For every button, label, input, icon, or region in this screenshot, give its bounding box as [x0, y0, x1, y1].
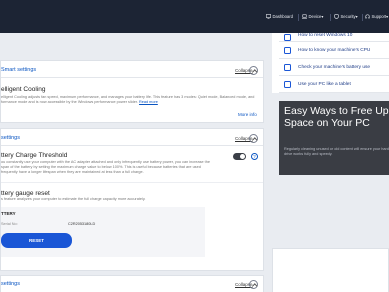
link-label: How to reset Windows 10 [298, 33, 353, 38]
description-line: frequently have a longer lifespan when t… [1, 170, 144, 175]
article-icon [284, 33, 291, 41]
nav-security-label: Security [340, 14, 356, 19]
nav-divider [330, 14, 331, 21]
nav-support[interactable]: Support▾ [365, 14, 388, 19]
battery-info-panel: TTERY Serial No: C2R2053180LD RESET [1, 207, 205, 257]
link-row[interactable]: Use your PC like a tablet [279, 76, 389, 93]
charge-threshold-title: ttery Charge Threshold [1, 152, 68, 159]
link-row[interactable]: How to know your machine's CPU [279, 42, 389, 59]
gauge-reset-title: ttery gauge reset [1, 190, 50, 197]
gauge-reset-description: s feature analyzes your computer to esti… [1, 197, 146, 201]
article-icon [284, 80, 291, 88]
intelligent-cooling-title: elligent Cooling [1, 86, 46, 93]
nav-security[interactable]: Security▾ [334, 14, 358, 20]
top-nav-bar: Dashboard Device▾ Security▾ Support▾ [0, 0, 389, 33]
reset-button[interactable]: RESET [1, 233, 72, 248]
read-more-link[interactable]: Read more [139, 100, 158, 104]
headset-icon [365, 14, 370, 19]
laptop-icon [302, 14, 307, 19]
link-row[interactable]: How to reset Windows 10 [279, 33, 389, 42]
battery-label: TTERY [1, 211, 16, 216]
charge-threshold-description: ou constantly use your computer with the… [1, 160, 226, 176]
nav-dashboard[interactable]: Dashboard [265, 14, 294, 20]
nav-device-label: Device [308, 14, 322, 19]
chevron-up-icon[interactable] [249, 134, 258, 143]
serial-label: Serial No: [1, 222, 18, 226]
battery-settings-title: settings [1, 135, 20, 141]
promo-title: Easy Ways to Free Up Space on Your PC [284, 105, 389, 129]
nav-divider [362, 14, 363, 21]
nav-device[interactable]: Device▾ [302, 14, 323, 19]
shield-icon [334, 14, 339, 20]
serial-value: C2R2053180LD [68, 222, 96, 226]
more-info-link[interactable]: More info [238, 112, 257, 117]
battery-settings-card: settings Collapse ttery Charge Threshold… [0, 128, 264, 271]
sidebar-panel [272, 248, 389, 292]
chevron-down-icon: ▾ [355, 14, 358, 19]
divider [1, 182, 263, 183]
link-label: Check your machine's battery use [298, 64, 371, 70]
nav-divider [298, 14, 299, 21]
promo-text: Regularly cleaning unused or old content… [284, 147, 389, 157]
chevron-down-icon: ▾ [386, 14, 389, 19]
article-icon [284, 63, 291, 71]
intelligent-cooling-description: elligent Cooling adjusts fan speed, maxi… [1, 95, 261, 105]
chevron-down-icon: ▾ [321, 14, 324, 19]
nav-support-label: Support [371, 14, 387, 19]
promo-card[interactable]: Easy Ways to Free Up Space on Your PC Re… [279, 101, 389, 175]
settings-title: settings [1, 281, 20, 287]
smart-settings-title: Smart settings [1, 67, 37, 73]
battery-settings-header: settings Collapse [1, 129, 263, 146]
link-row[interactable]: Check your machine's battery use [279, 59, 389, 76]
smart-settings-header: Smart settings Collapse [1, 61, 263, 78]
help-icon[interactable]: ? [251, 153, 258, 160]
link-label: How to know your machine's CPU [298, 47, 371, 53]
settings-card: settings Collapse [0, 275, 264, 292]
link-label: Use your PC like a tablet [298, 81, 351, 87]
monitor-icon [265, 14, 272, 20]
smart-settings-card: Smart settings Collapse elligent Cooling… [0, 60, 264, 123]
chevron-up-icon[interactable] [249, 66, 258, 75]
nav-dashboard-label: Dashboard [272, 14, 294, 19]
description-line: formance mode and is now accessible by t… [1, 100, 261, 105]
charge-threshold-toggle[interactable] [233, 153, 246, 160]
article-icon [284, 46, 291, 54]
description-text: formance mode and is now accessible by t… [1, 100, 138, 105]
chevron-up-icon[interactable] [249, 280, 258, 289]
